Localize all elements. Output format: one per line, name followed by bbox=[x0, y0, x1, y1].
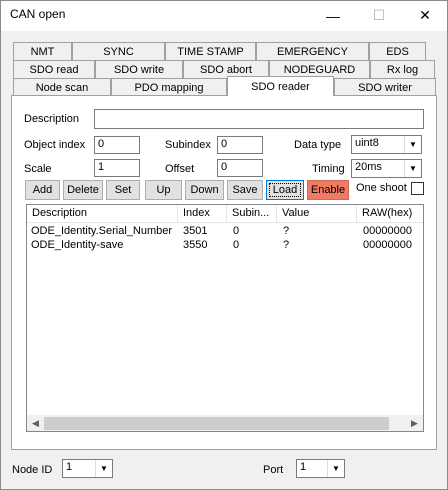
enable-button[interactable]: Enable bbox=[307, 180, 349, 200]
chevron-down-icon: ▼ bbox=[327, 460, 344, 477]
port-label: Port bbox=[263, 464, 284, 476]
tab-emergency[interactable]: EMERGENCY bbox=[256, 42, 369, 60]
offset-input[interactable]: 0 bbox=[217, 159, 263, 177]
minimize-button[interactable]: — bbox=[310, 0, 356, 31]
scroll-left-icon[interactable]: ◀ bbox=[27, 415, 44, 431]
node-id-select[interactable]: 1 ▼ bbox=[62, 459, 113, 478]
chevron-down-icon: ▼ bbox=[404, 160, 421, 177]
scrollbar-thumb[interactable] bbox=[44, 417, 389, 430]
scale-input[interactable]: 1 bbox=[94, 159, 140, 177]
node-id-value: 1 bbox=[66, 461, 73, 473]
tab-sdo-reader[interactable]: SDO reader bbox=[227, 76, 334, 96]
one-shot-checkbox[interactable] bbox=[411, 182, 424, 195]
one-shot-label: One shoot bbox=[356, 182, 407, 194]
object-index-label: Object index bbox=[24, 139, 86, 151]
tab-rx-log[interactable]: Rx log bbox=[370, 60, 435, 78]
tab-sdo-writer[interactable]: SDO writer bbox=[334, 78, 436, 96]
node-id-label: Node ID bbox=[12, 464, 53, 476]
cell-description: ODE_Identity.Serial_Number bbox=[31, 225, 173, 237]
chevron-down-icon: ▼ bbox=[95, 460, 112, 477]
description-label: Description bbox=[24, 113, 80, 125]
tab-time-stamp[interactable]: TIME STAMP bbox=[165, 42, 256, 60]
sdo-table[interactable]: Description Index Subin... Value RAW(hex… bbox=[26, 204, 424, 432]
table-row[interactable]: ODE_Identity.Serial_Number 3501 0 ? 0000… bbox=[27, 225, 423, 239]
timing-select[interactable]: 20ms ▼ bbox=[351, 159, 422, 178]
cell-index: 3550 bbox=[183, 239, 208, 251]
tab-nmt[interactable]: NMT bbox=[13, 42, 72, 60]
data-type-select[interactable]: uint8 ▼ bbox=[351, 135, 422, 154]
column-header-value[interactable]: Value bbox=[277, 205, 357, 223]
column-header-description[interactable]: Description bbox=[27, 205, 178, 223]
cell-raw-hex: 00000000 bbox=[363, 239, 412, 251]
cell-raw-hex: 00000000 bbox=[363, 225, 412, 237]
column-header-index[interactable]: Index bbox=[178, 205, 227, 223]
horizontal-scrollbar[interactable]: ◀ ▶ bbox=[27, 415, 423, 431]
window-title: CAN open bbox=[10, 7, 66, 21]
tab-pdo-mapping[interactable]: PDO mapping bbox=[111, 78, 227, 96]
cell-index: 3501 bbox=[183, 225, 208, 237]
offset-label: Offset bbox=[165, 163, 195, 175]
column-header-subindex[interactable]: Subin... bbox=[227, 205, 277, 223]
table-row[interactable]: ODE_Identity-save 3550 0 ? 00000000 bbox=[27, 239, 423, 253]
timing-value: 20ms bbox=[355, 161, 382, 173]
tab-sdo-write[interactable]: SDO write bbox=[95, 60, 183, 78]
tab-eds[interactable]: EDS bbox=[369, 42, 426, 60]
tab-node-scan[interactable]: Node scan bbox=[13, 78, 111, 96]
chevron-down-icon: ▼ bbox=[404, 136, 421, 153]
close-button[interactable]: ✕ bbox=[402, 0, 448, 31]
add-button[interactable]: Add bbox=[25, 180, 60, 200]
port-select[interactable]: 1 ▼ bbox=[296, 459, 345, 478]
cell-value: ? bbox=[283, 239, 290, 251]
up-button[interactable]: Up bbox=[145, 180, 182, 200]
tab-sdo-read[interactable]: SDO read bbox=[13, 60, 95, 78]
title-bar: CAN open — ☐ ✕ bbox=[0, 0, 448, 31]
data-type-value: uint8 bbox=[355, 137, 379, 149]
load-button-label: Load bbox=[268, 183, 302, 197]
save-button[interactable]: Save bbox=[227, 180, 263, 200]
subindex-label: Subindex bbox=[165, 139, 211, 151]
scale-label: Scale bbox=[24, 163, 52, 175]
cell-value: ? bbox=[283, 225, 290, 237]
cell-subindex: 0 bbox=[233, 225, 240, 237]
cell-description: ODE_Identity-save bbox=[31, 239, 124, 251]
object-index-input[interactable]: 0 bbox=[94, 136, 140, 154]
scroll-right-icon[interactable]: ▶ bbox=[406, 415, 423, 431]
data-type-label: Data type bbox=[294, 139, 342, 151]
cell-subindex: 0 bbox=[233, 239, 240, 251]
maximize-button[interactable]: ☐ bbox=[356, 0, 402, 31]
column-header-raw-hex[interactable]: RAW(hex) bbox=[357, 205, 423, 223]
set-button[interactable]: Set bbox=[106, 180, 140, 200]
down-button[interactable]: Down bbox=[185, 180, 224, 200]
subindex-input[interactable]: 0 bbox=[217, 136, 263, 154]
timing-label: Timing bbox=[312, 163, 345, 175]
port-value: 1 bbox=[300, 461, 307, 473]
delete-button[interactable]: Delete bbox=[63, 180, 103, 200]
tab-sync[interactable]: SYNC bbox=[72, 42, 165, 60]
description-input[interactable] bbox=[94, 109, 424, 129]
load-button[interactable]: Load bbox=[266, 180, 304, 200]
